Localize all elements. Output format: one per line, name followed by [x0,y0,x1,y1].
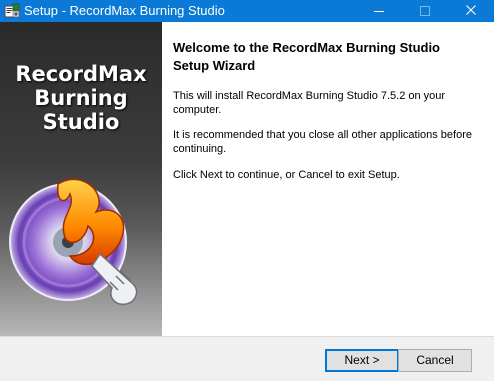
footer-divider [0,336,494,337]
close-apps-text: It is recommended that you close all oth… [173,129,472,155]
disc-flame-logo [9,178,138,305]
close-button[interactable] [448,0,494,22]
banner-title-line2: Burning Studio [34,86,128,134]
maximize-icon [420,6,430,16]
close-icon [466,5,476,15]
maximize-button[interactable] [402,0,448,22]
wizard-content: Welcome to the RecordMax Burning Studio … [162,22,494,336]
cancel-button[interactable]: Cancel [398,349,472,372]
install-info-text: This will install RecordMax Burning Stud… [173,90,446,116]
window-title: Setup - RecordMax Burning Studio [24,3,225,18]
minimize-button[interactable] [356,0,402,22]
setup-app-icon[interactable] [4,3,20,19]
banner-title: RecordMax Burning Studio [0,62,162,134]
instructions-text: Click Next to continue, or Cancel to exi… [173,169,400,181]
wizard-banner: RecordMax Burning Studio [0,22,162,336]
title-bar[interactable]: Setup - RecordMax Burning Studio [0,0,494,22]
welcome-heading: Welcome to the RecordMax Burning Studio … [173,40,441,73]
minimize-icon [374,11,384,12]
next-button[interactable]: Next > [325,349,399,372]
setup-window: Setup - RecordMax Burning Studio RecordM… [0,0,494,381]
banner-title-line1: RecordMax [15,62,147,86]
